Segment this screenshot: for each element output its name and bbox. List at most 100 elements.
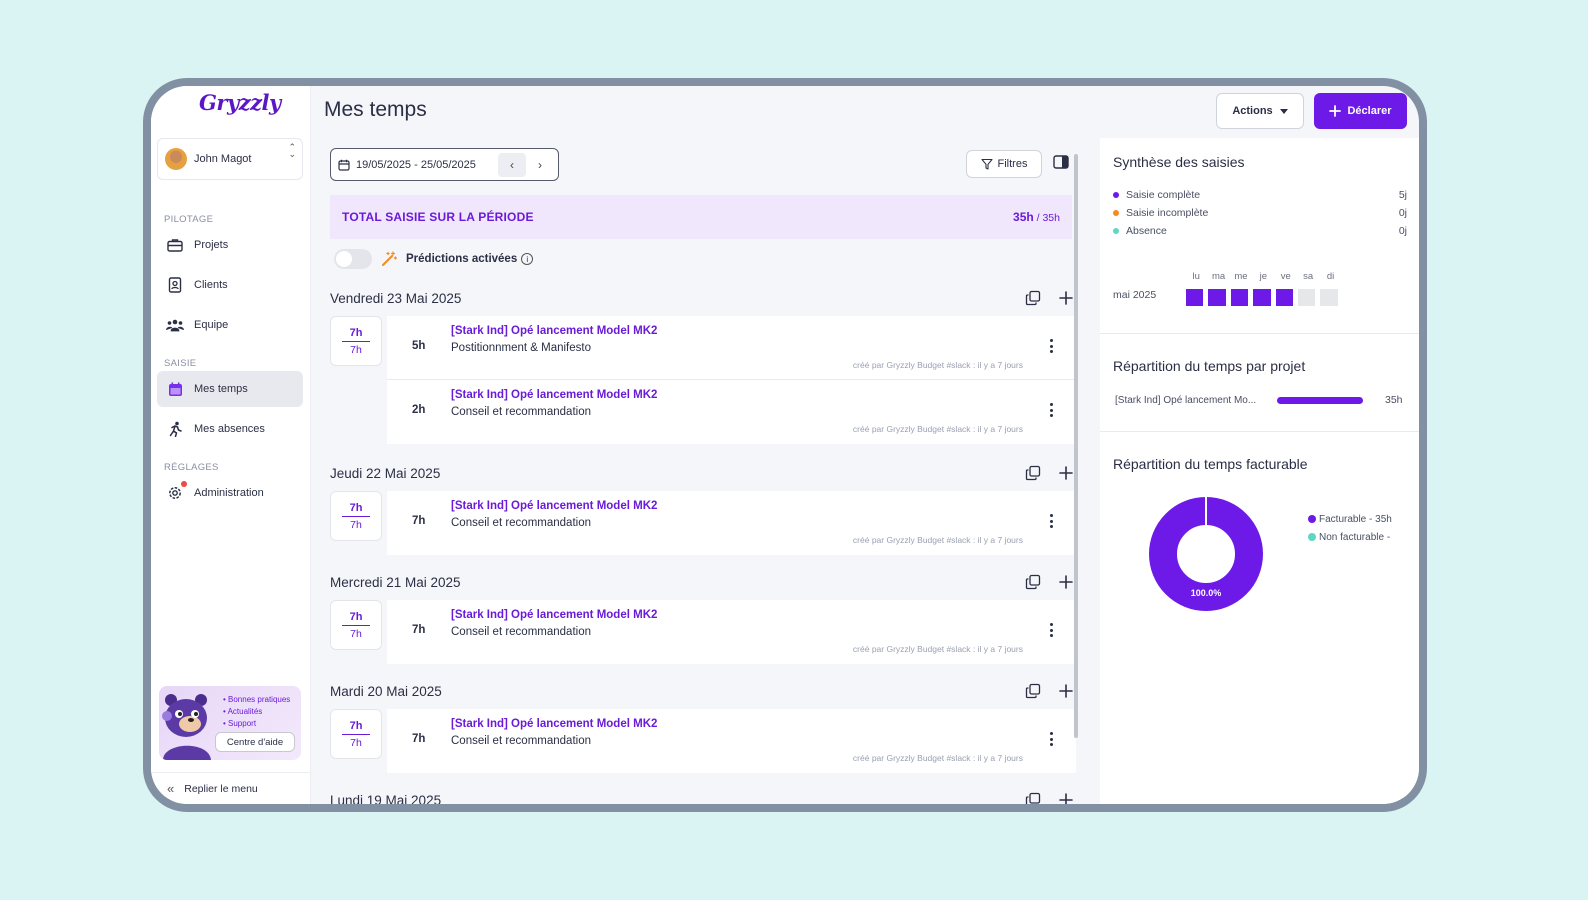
legend-value: 0j xyxy=(1398,225,1407,237)
copy-icon[interactable] xyxy=(1025,465,1041,481)
scrollbar[interactable] xyxy=(1074,154,1078,738)
entry-project[interactable]: [Stark Ind] Opé lancement Model MK2 xyxy=(451,325,657,337)
avatar xyxy=(165,148,187,170)
entry-project[interactable]: [Stark Ind] Opé lancement Model MK2 xyxy=(451,609,657,621)
copy-icon[interactable] xyxy=(1025,792,1041,804)
period-total-label: TOTAL SAISIE SUR LA PÉRIODE xyxy=(342,210,534,224)
calendar-icon xyxy=(338,159,350,171)
more-options-icon[interactable] xyxy=(1050,339,1054,353)
time-entry[interactable]: 7h [Stark Ind] Opé lancement Model MK2 C… xyxy=(387,600,1076,664)
next-period-button[interactable]: › xyxy=(526,153,554,177)
day-status-cell[interactable] xyxy=(1208,289,1226,306)
user-name: John Magot xyxy=(194,153,252,165)
add-entry-icon[interactable] xyxy=(1059,291,1073,305)
actions-label: Actions xyxy=(1232,105,1273,117)
declare-button[interactable]: Déclarer xyxy=(1314,93,1407,129)
project-row[interactable]: [Stark Ind] Opé lancement Mo... 35h xyxy=(1115,394,1407,406)
weekday-label: sa xyxy=(1303,271,1314,282)
date-range-picker[interactable]: 19/05/2025 - 25/05/2025 ‹ › xyxy=(330,148,559,181)
add-entry-icon[interactable] xyxy=(1059,793,1073,804)
collapse-menu-button[interactable]: « Replier le menu xyxy=(151,772,311,804)
day-status-cell[interactable] xyxy=(1297,289,1316,306)
day-total: 7h 7h xyxy=(330,316,382,366)
entry-duration: 7h xyxy=(412,733,426,745)
chevron-updown-icon: ⌃ ⌄ xyxy=(288,142,296,159)
filter-icon xyxy=(980,158,993,170)
help-links: • Bonnes pratiques • Actualités • Suppor… xyxy=(223,694,290,730)
legend-label: Absence xyxy=(1126,225,1167,237)
add-entry-icon[interactable] xyxy=(1059,466,1073,480)
predictions-toggle[interactable] xyxy=(334,249,372,269)
sidebar-item-mes-absences[interactable]: Mes absences xyxy=(157,411,303,447)
running-person-icon xyxy=(166,420,184,438)
sidebar-item-administration[interactable]: Administration xyxy=(157,475,303,511)
help-card: • Bonnes pratiques • Actualités • Suppor… xyxy=(159,686,301,760)
actions-dropdown[interactable]: Actions xyxy=(1216,93,1304,129)
period-total-value: 35h / 35h xyxy=(1013,210,1060,224)
sidebar-item-projets[interactable]: Projets xyxy=(157,227,303,263)
entry-project[interactable]: [Stark Ind] Opé lancement Model MK2 xyxy=(451,500,657,512)
billable-donut-chart: 100.0% xyxy=(1148,496,1264,617)
sidebar: Gryzzly John Magot ⌃ ⌄ PILOTAGE Projets C… xyxy=(151,86,311,804)
copy-icon[interactable] xyxy=(1025,683,1041,699)
user-switcher[interactable]: John Magot ⌃ ⌄ xyxy=(157,138,303,180)
project-value: 35h xyxy=(1385,394,1403,406)
entry-meta: créé par Gryzzly Budget #slack : il y a … xyxy=(852,360,1023,370)
more-options-icon[interactable] xyxy=(1050,623,1054,637)
more-options-icon[interactable] xyxy=(1050,403,1054,417)
entry-task: Conseil et recommandation xyxy=(451,626,591,638)
gear-icon xyxy=(166,481,187,502)
day-status-cell[interactable] xyxy=(1186,289,1204,306)
sidebar-item-mes-temps[interactable]: Mes temps xyxy=(157,371,303,407)
day-status-cell[interactable] xyxy=(1253,289,1271,306)
time-entry[interactable]: 7h [Stark Ind] Opé lancement Model MK2 C… xyxy=(387,709,1076,773)
help-link-support[interactable]: • Support xyxy=(223,718,290,730)
day-status-cell[interactable] xyxy=(1275,289,1293,306)
more-options-icon[interactable] xyxy=(1050,514,1054,528)
panel-toggle-button[interactable] xyxy=(1053,155,1069,174)
copy-icon[interactable] xyxy=(1025,290,1041,306)
help-center-button[interactable]: Centre d'aide xyxy=(215,732,295,752)
add-entry-icon[interactable] xyxy=(1059,575,1073,589)
date-range-value: 19/05/2025 - 25/05/2025 xyxy=(356,158,476,171)
project-breakdown-title: Répartition du temps par projet xyxy=(1113,358,1306,374)
day-status-cell[interactable] xyxy=(1320,289,1338,306)
time-entry[interactable]: 7h [Stark Ind] Opé lancement Model MK2 C… xyxy=(387,491,1076,555)
help-link-actualites[interactable]: • Actualités xyxy=(223,706,290,718)
sidebar-item-label: Administration xyxy=(194,487,264,499)
declare-label: Déclarer xyxy=(1347,105,1392,117)
previous-period-button[interactable]: ‹ xyxy=(498,153,526,177)
time-entry[interactable]: 2h [Stark Ind] Opé lancement Model MK2 C… xyxy=(387,380,1076,444)
day-title: Jeudi 22 Mai 2025 xyxy=(330,465,441,481)
entry-project[interactable]: [Stark Ind] Opé lancement Model MK2 xyxy=(451,389,657,401)
device-frame: Gryzzly John Magot ⌃ ⌄ PILOTAGE Projets C… xyxy=(143,78,1427,812)
more-options-icon[interactable] xyxy=(1050,732,1054,746)
day-status-cell[interactable] xyxy=(1230,289,1249,306)
legend-item-non-billable[interactable]: Non facturable - xyxy=(1308,529,1392,547)
filters-label: Filtres xyxy=(997,158,1028,170)
summary-title: Synthèse des saisies xyxy=(1113,154,1245,170)
chevron-right-icon: › xyxy=(538,158,542,172)
legend-label: Saisie complète xyxy=(1126,189,1201,201)
period-total-expected: / 35h xyxy=(1033,212,1060,224)
double-chevron-left-icon: « xyxy=(167,781,175,796)
entry-meta: créé par Gryzzly Budget #slack : il y a … xyxy=(852,424,1023,434)
legend-item-billable[interactable]: Facturable - 35h xyxy=(1308,511,1392,529)
sidebar-item-clients[interactable]: Clients xyxy=(157,267,303,303)
team-icon xyxy=(166,316,184,334)
info-icon[interactable]: i xyxy=(521,253,534,265)
briefcase-icon xyxy=(166,236,184,254)
weekday-label: me xyxy=(1234,271,1248,282)
add-entry-icon[interactable] xyxy=(1059,684,1073,698)
time-entry[interactable]: 5h [Stark Ind] Opé lancement Model MK2 P… xyxy=(387,316,1076,380)
section-label-saisie: SAISIE xyxy=(164,358,197,369)
copy-icon[interactable] xyxy=(1025,574,1041,590)
help-link-bonnes-pratiques[interactable]: • Bonnes pratiques xyxy=(223,694,290,706)
entry-project[interactable]: [Stark Ind] Opé lancement Model MK2 xyxy=(451,718,657,730)
sidebar-item-equipe[interactable]: Equipe xyxy=(157,307,303,343)
notification-dot xyxy=(181,481,187,487)
predictions-label: Prédictions activées xyxy=(406,253,518,265)
section-label-reglages: RÉGLAGES xyxy=(164,462,219,473)
app-logo[interactable]: Gryzzly xyxy=(199,90,281,115)
filters-button[interactable]: Filtres xyxy=(966,150,1042,178)
